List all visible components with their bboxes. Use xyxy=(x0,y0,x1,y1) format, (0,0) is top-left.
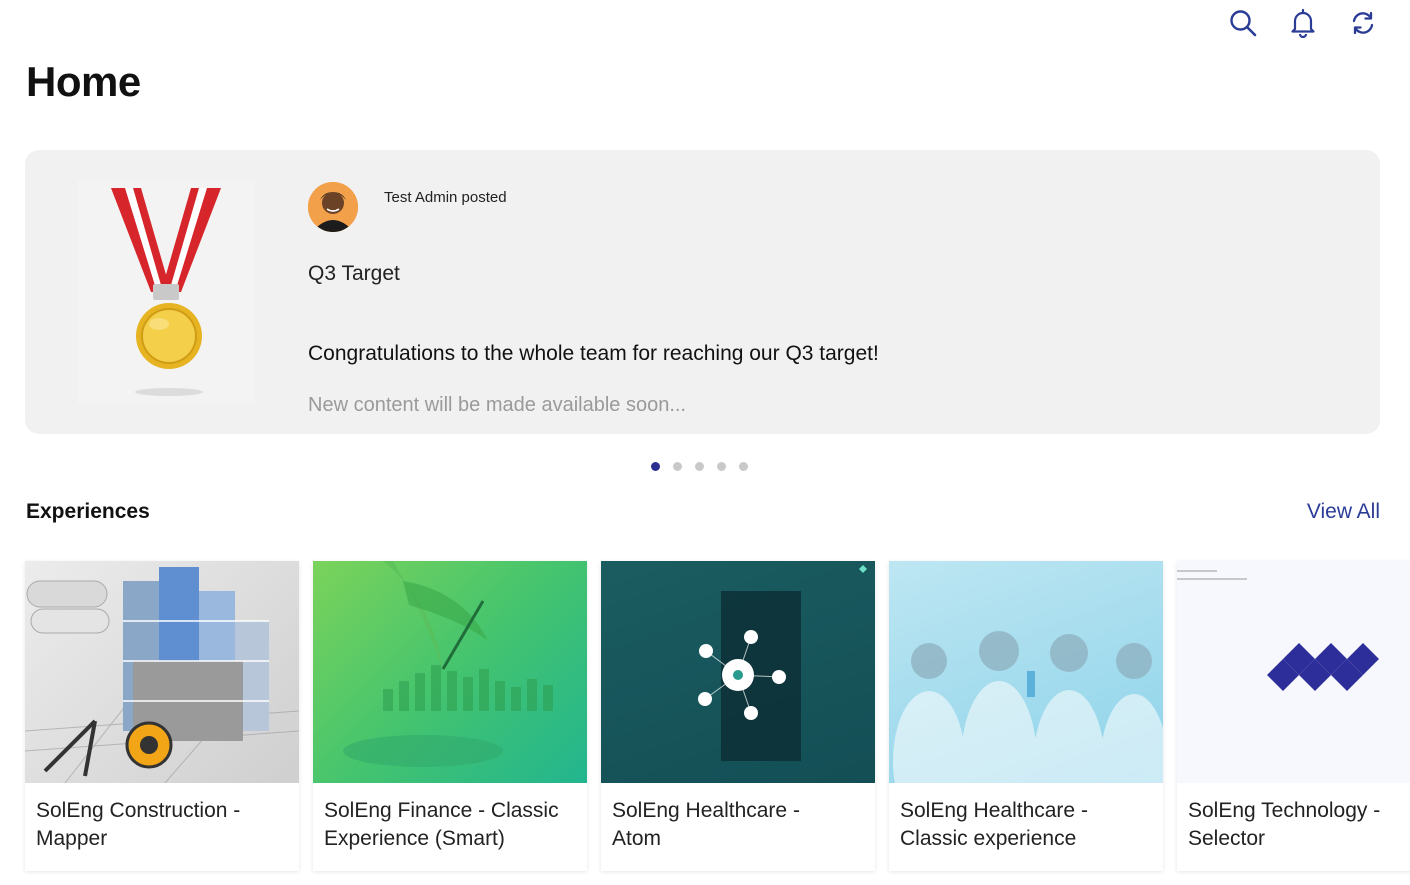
card-title: SolEng Technology - Selector xyxy=(1188,799,1381,850)
post-title: Q3 Target xyxy=(308,262,400,285)
experiences-list: SolEng Construction - Mapper SolEng Fina… xyxy=(25,561,1410,871)
bell-icon[interactable] xyxy=(1286,6,1320,40)
post-teaser: New content will be made available soon.… xyxy=(308,394,686,416)
construction-thumbnail xyxy=(25,561,299,783)
card-title: SolEng Construction - Mapper xyxy=(36,799,241,850)
experience-card-healthcare-atom[interactable]: SolEng Healthcare - Atom xyxy=(601,561,875,871)
post-body: Congratulations to the whole team for re… xyxy=(308,342,879,365)
experiences-heading: Experiences xyxy=(26,500,150,523)
carousel-dot[interactable] xyxy=(739,462,748,471)
experience-card-finance-classic[interactable]: SolEng Finance - Classic Experience (Sma… xyxy=(313,561,587,871)
feed-post-card[interactable]: Test Admin posted Q3 Target Congratulati… xyxy=(25,150,1380,434)
carousel-dot[interactable] xyxy=(673,462,682,471)
technology-selector-thumbnail xyxy=(1177,561,1410,783)
medal-image xyxy=(77,180,255,404)
experience-card-construction-mapper[interactable]: SolEng Construction - Mapper xyxy=(25,561,299,871)
carousel-dot[interactable] xyxy=(717,462,726,471)
author-avatar xyxy=(308,182,358,232)
carousel-dot[interactable] xyxy=(695,462,704,471)
top-toolbar xyxy=(1226,6,1380,40)
carousel-dot[interactable] xyxy=(651,462,660,471)
search-icon[interactable] xyxy=(1226,6,1260,40)
finance-thumbnail xyxy=(313,561,587,783)
healthcare-classic-thumbnail xyxy=(889,561,1163,783)
healthcare-atom-thumbnail xyxy=(601,561,875,783)
card-title: SolEng Finance - Classic Experience (Sma… xyxy=(324,799,559,850)
carousel-pagination xyxy=(651,462,748,471)
experience-card-healthcare-classic[interactable]: SolEng Healthcare - Classic experience xyxy=(889,561,1163,871)
card-title: SolEng Healthcare - Classic experience xyxy=(900,799,1088,850)
experience-card-technology-selector[interactable]: SolEng Technology - Selector xyxy=(1177,561,1410,871)
post-author: Test Admin posted xyxy=(384,189,507,206)
page-title: Home xyxy=(26,58,141,105)
refresh-icon[interactable] xyxy=(1346,6,1380,40)
card-title: SolEng Healthcare - Atom xyxy=(612,799,800,850)
view-all-link[interactable]: View All xyxy=(1307,500,1380,524)
